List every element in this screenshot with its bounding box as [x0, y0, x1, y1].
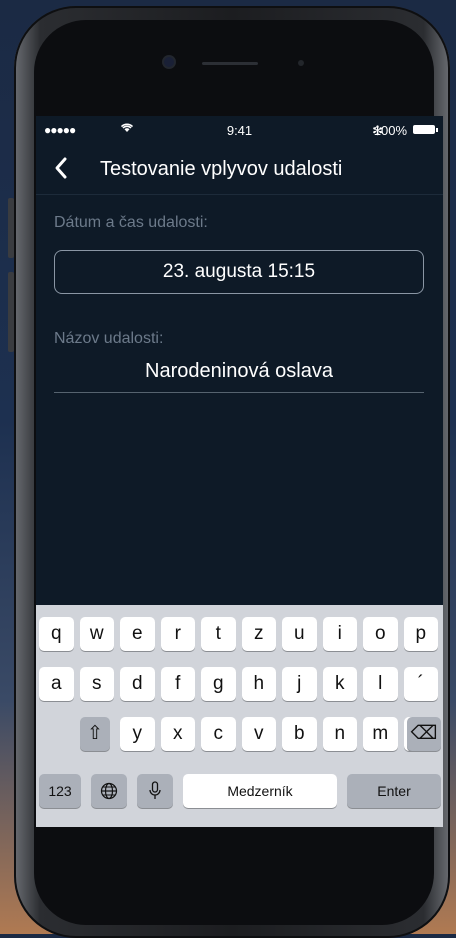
key-2[interactable]: c: [201, 717, 236, 751]
key-1[interactable]: x: [160, 717, 195, 751]
microphone-icon[interactable]: [137, 774, 173, 808]
key-5[interactable]: n: [322, 717, 357, 751]
key-0[interactable]: a: [39, 667, 74, 701]
app-screen: ●●●●● 9:41 ✻ 100% Testovanie vplyvov uda…: [36, 116, 443, 827]
key-0[interactable]: q: [39, 617, 74, 651]
event-name-label: Názov udalosti:: [54, 330, 164, 347]
key-6[interactable]: j: [282, 667, 317, 701]
key-2[interactable]: e: [120, 617, 155, 651]
key-8[interactable]: o: [363, 617, 398, 651]
key-1[interactable]: w: [79, 617, 114, 651]
key-1[interactable]: s: [79, 667, 114, 701]
proximity-sensor: [298, 60, 304, 66]
key-3[interactable]: f: [160, 667, 195, 701]
earpiece-speaker: [202, 62, 258, 65]
space-key[interactable]: Medzerník: [183, 774, 337, 808]
date-label: Dátum a čas udalosti:: [54, 214, 208, 231]
key-6[interactable]: m: [363, 717, 398, 751]
numbers-key[interactable]: 123: [39, 774, 81, 808]
key-5[interactable]: h: [241, 667, 276, 701]
key-4[interactable]: b: [282, 717, 317, 751]
key-5[interactable]: z: [241, 617, 276, 651]
key-3[interactable]: r: [160, 617, 195, 651]
globe-icon[interactable]: [91, 774, 127, 808]
backspace-icon[interactable]: ⌫: [407, 717, 441, 751]
key-4[interactable]: t: [201, 617, 236, 651]
page-title: Testovanie vplyvov udalosti: [100, 158, 343, 180]
key-0[interactable]: y: [120, 717, 155, 751]
on-screen-keyboard: qwertzuiop asdfghjkl´ yxcvbnmˇ ⇧ ⌫ 123 M…: [36, 605, 443, 827]
event-name-input[interactable]: Narodeninová oslava: [54, 360, 424, 383]
input-underline: [54, 392, 424, 393]
key-6[interactable]: u: [282, 617, 317, 651]
key-2[interactable]: d: [120, 667, 155, 701]
key-3[interactable]: v: [241, 717, 276, 751]
date-time-field[interactable]: 23. augusta 15:15: [54, 250, 424, 294]
status-bar: ●●●●● 9:41 ✻ 100%: [36, 116, 443, 146]
key-9[interactable]: ´: [403, 667, 438, 701]
navigation-bar: Testovanie vplyvov udalosti: [36, 148, 443, 195]
enter-key[interactable]: Enter: [347, 774, 441, 808]
shift-icon[interactable]: ⇧: [80, 717, 110, 751]
back-chevron-icon[interactable]: [54, 156, 68, 186]
key-4[interactable]: g: [201, 667, 236, 701]
key-7[interactable]: i: [322, 617, 357, 651]
key-8[interactable]: l: [363, 667, 398, 701]
front-camera: [164, 57, 174, 67]
battery-percent: 100%: [373, 123, 407, 138]
battery-icon: [413, 125, 438, 134]
key-9[interactable]: p: [403, 617, 438, 651]
volume-down-button: [8, 272, 14, 352]
volume-up-button: [8, 198, 14, 258]
key-7[interactable]: k: [322, 667, 357, 701]
